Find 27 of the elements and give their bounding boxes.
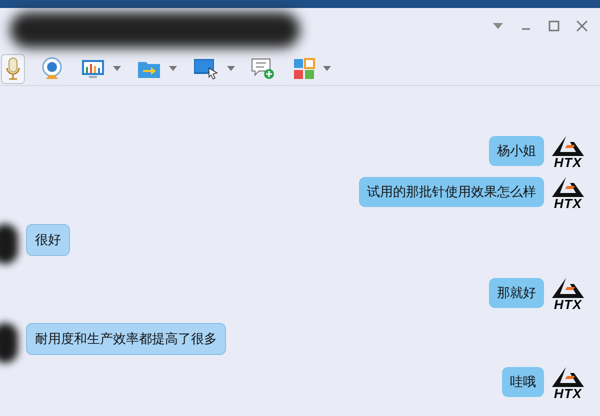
caret-icon[interactable] (113, 66, 121, 71)
message-bubble: 很好 (26, 224, 70, 256)
caret-icon[interactable] (323, 66, 331, 71)
logo-text: HTX (554, 298, 582, 311)
app-grid-icon (293, 58, 315, 80)
logo-icon (552, 367, 584, 387)
message-bubble: 耐用度和生产效率都提高了很多 (26, 323, 226, 354)
logo-text: HTX (554, 387, 582, 400)
maximize-icon[interactable] (548, 20, 560, 32)
webcam-icon (41, 56, 63, 80)
logo-text: HTX (554, 197, 582, 210)
caret-icon[interactable] (227, 66, 235, 71)
message-bubble: 哇哦 (502, 367, 544, 396)
logo-icon (552, 278, 584, 298)
message-add-icon (251, 58, 275, 80)
message-bubble: 那就好 (489, 278, 544, 308)
logo-icon (552, 177, 584, 197)
message-bubble: 试用的那批针使用效果怎么样 (359, 177, 544, 206)
close-icon[interactable] (576, 20, 588, 32)
message-bubble: 杨小姐 (489, 136, 544, 166)
microphone-icon (5, 56, 21, 80)
dropdown-icon[interactable] (492, 22, 504, 30)
logo-text: HTX (554, 156, 582, 169)
caret-icon[interactable] (169, 66, 177, 71)
bar-chart-monitor-icon (81, 58, 105, 78)
logo-icon (552, 136, 584, 156)
monitor-cursor-icon (193, 58, 219, 80)
